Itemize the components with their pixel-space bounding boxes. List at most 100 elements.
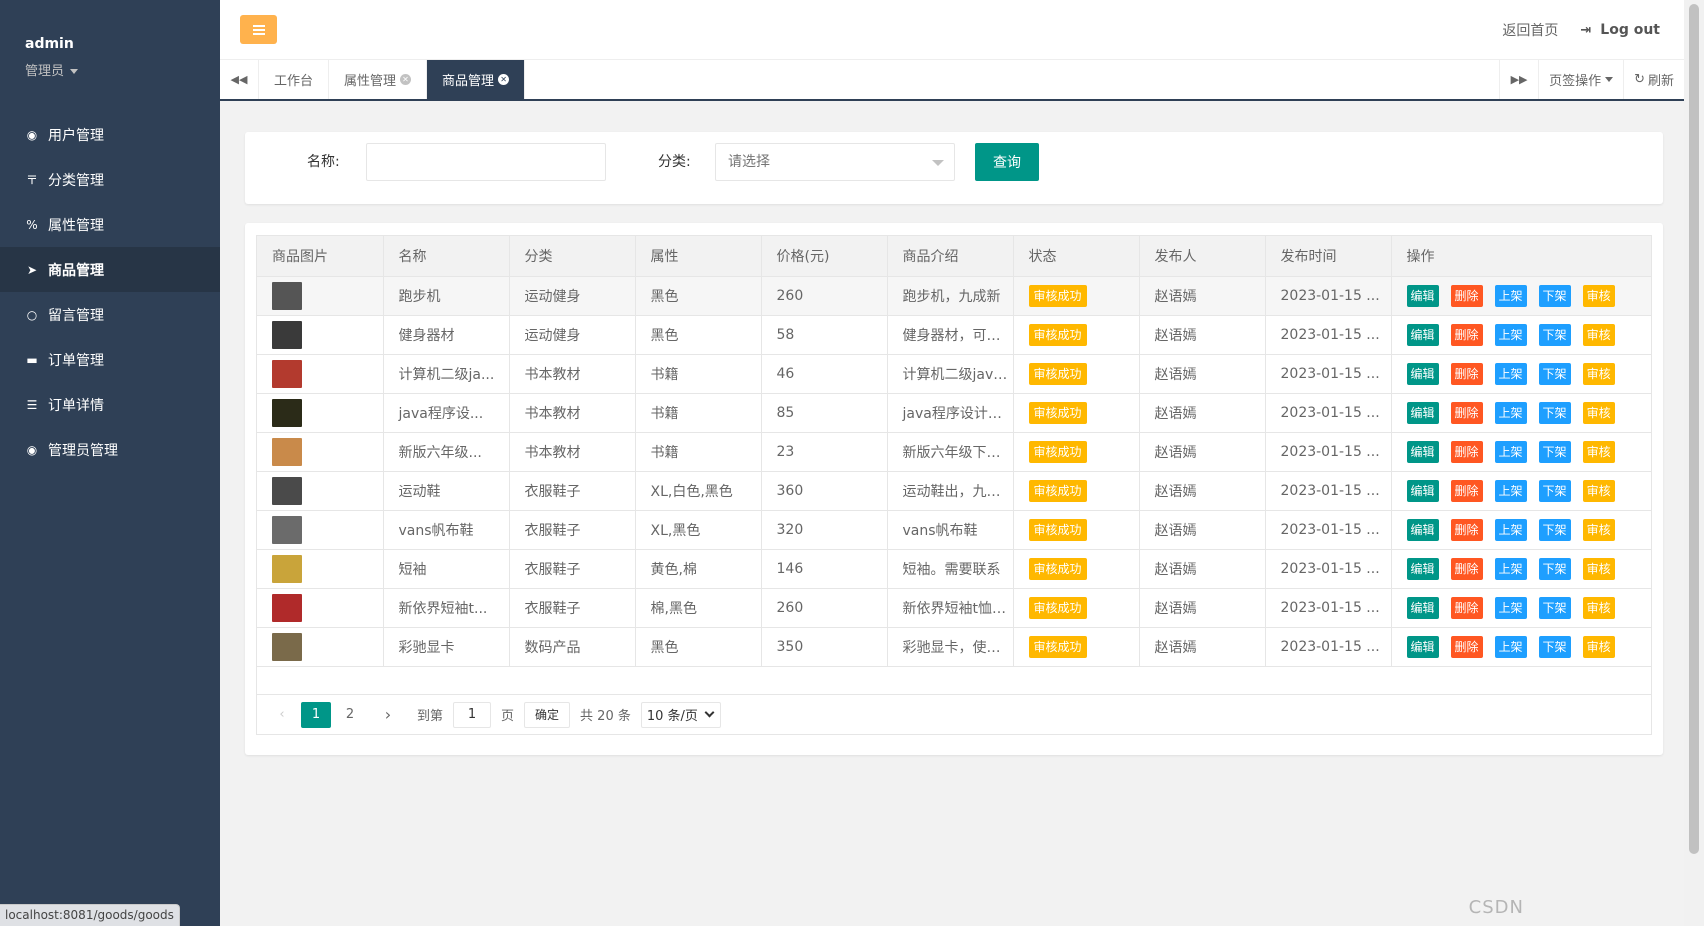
sidebar-item-6[interactable]: ☰ 订单详情 xyxy=(0,382,220,427)
list-on-button[interactable]: 上架 xyxy=(1494,479,1527,502)
audit-button[interactable]: 审核 xyxy=(1582,596,1615,619)
delete-button[interactable]: 删除 xyxy=(1450,479,1483,502)
sidebar-item-7[interactable]: ◉ 管理员管理 xyxy=(0,427,220,472)
next-page-button[interactable]: › xyxy=(375,702,401,728)
page-size-select[interactable]: 10 条/页 xyxy=(640,701,721,728)
delete-button[interactable]: 删除 xyxy=(1450,596,1483,619)
list-off-button[interactable]: 下架 xyxy=(1538,557,1571,580)
list-off-button[interactable]: 下架 xyxy=(1538,596,1571,619)
refresh-button[interactable]: ↻ 刷新 xyxy=(1623,60,1684,99)
page-button[interactable]: 1 xyxy=(301,701,331,728)
logout-link[interactable]: ⇥ Log out xyxy=(1580,22,1660,38)
delete-button[interactable]: 删除 xyxy=(1450,557,1483,580)
cell-attr: XL,白色,黑色 xyxy=(635,471,762,511)
cell-actions: 编辑 删除 上架 下架 审核 xyxy=(1391,315,1651,355)
list-on-button[interactable]: 上架 xyxy=(1494,635,1527,658)
audit-button[interactable]: 审核 xyxy=(1582,440,1615,463)
edit-button[interactable]: 编辑 xyxy=(1406,557,1439,580)
list-off-button[interactable]: 下架 xyxy=(1538,362,1571,385)
cell-status: 审核成功 xyxy=(1013,510,1140,550)
edit-button[interactable]: 编辑 xyxy=(1406,362,1439,385)
sidebar-item-5[interactable]: ▬ 订单管理 xyxy=(0,337,220,382)
scrollbar-thumb[interactable] xyxy=(1689,4,1699,854)
list-on-button[interactable]: 上架 xyxy=(1494,284,1527,307)
audit-button[interactable]: 审核 xyxy=(1582,518,1615,541)
edit-button[interactable]: 编辑 xyxy=(1406,596,1439,619)
tabs-scroll-left-button[interactable]: ◀◀ xyxy=(220,60,259,99)
home-link[interactable]: 返回首页 xyxy=(1502,20,1558,40)
user-name: admin xyxy=(25,36,74,52)
list-on-button[interactable]: 上架 xyxy=(1494,323,1527,346)
audit-button[interactable]: 审核 xyxy=(1582,635,1615,658)
cell-status: 审核成功 xyxy=(1013,549,1140,589)
delete-button[interactable]: 删除 xyxy=(1450,440,1483,463)
sidebar-item-2[interactable]: % 属性管理 xyxy=(0,202,220,247)
list-off-button[interactable]: 下架 xyxy=(1538,401,1571,424)
status-badge: 审核成功 xyxy=(1028,596,1087,619)
delete-button[interactable]: 删除 xyxy=(1450,401,1483,424)
list-off-button[interactable]: 下架 xyxy=(1538,323,1571,346)
sidebar-item-4[interactable]: ○ 留言管理 xyxy=(0,292,220,337)
edit-button[interactable]: 编辑 xyxy=(1406,635,1439,658)
list-off-button[interactable]: 下架 xyxy=(1538,635,1571,658)
query-button[interactable]: 查询 xyxy=(975,143,1039,181)
user-role-dropdown[interactable]: 管理员 xyxy=(25,60,220,79)
edit-button[interactable]: 编辑 xyxy=(1406,401,1439,424)
edit-button[interactable]: 编辑 xyxy=(1406,440,1439,463)
close-icon[interactable]: ✕ xyxy=(498,74,510,85)
audit-button[interactable]: 审核 xyxy=(1582,479,1615,502)
category-select[interactable]: 请选择 xyxy=(715,143,955,181)
edit-button[interactable]: 编辑 xyxy=(1406,323,1439,346)
page-scrollbar[interactable] xyxy=(1684,0,1704,926)
status-badge: 审核成功 xyxy=(1028,284,1087,307)
tab-operations-dropdown[interactable]: 页签操作 xyxy=(1538,60,1623,99)
goods-table-panel: 商品图片 名称 分类 属性 价格(元) 商品介绍 状态 发布人 发布时间 操作 跑步机 运动健身 黑色… xyxy=(245,223,1663,755)
audit-button[interactable]: 审核 xyxy=(1582,323,1615,346)
status-badge: 审核成功 xyxy=(1028,479,1087,502)
list-off-button[interactable]: 下架 xyxy=(1538,518,1571,541)
edit-button[interactable]: 编辑 xyxy=(1406,479,1439,502)
menu-toggle-button[interactable] xyxy=(240,15,277,44)
tab-1[interactable]: 属性管理 ✕ xyxy=(329,60,428,99)
tab-0[interactable]: 工作台 xyxy=(259,60,330,99)
sidebar-item-0[interactable]: ◉ 用户管理 xyxy=(0,112,220,157)
audit-button[interactable]: 审核 xyxy=(1582,401,1615,424)
goto-page-input[interactable]: 1 xyxy=(453,701,492,728)
list-on-button[interactable]: 上架 xyxy=(1494,440,1527,463)
list-off-button[interactable]: 下架 xyxy=(1538,479,1571,502)
list-off-button[interactable]: 下架 xyxy=(1538,440,1571,463)
prev-page-button[interactable]: ‹ xyxy=(269,702,295,728)
audit-button[interactable]: 审核 xyxy=(1582,284,1615,307)
audit-button[interactable]: 审核 xyxy=(1582,557,1615,580)
goto-confirm-button[interactable]: 确定 xyxy=(524,701,571,728)
image-cell xyxy=(257,432,384,472)
list-off-button[interactable]: 下架 xyxy=(1538,284,1571,307)
delete-button[interactable]: 删除 xyxy=(1450,323,1483,346)
cell-time: 2023-01-15 ... xyxy=(1265,471,1392,511)
list-on-button[interactable]: 上架 xyxy=(1494,557,1527,580)
list-on-button[interactable]: 上架 xyxy=(1494,362,1527,385)
list-on-button[interactable]: 上架 xyxy=(1494,596,1527,619)
cell-name: 运动鞋 xyxy=(383,471,510,511)
sidebar: admin 管理员 ◉ 用户管理〒分类管理% 属性管理 ➤ 商品管理 ○ 留言管理 ▬ 订单管理… xyxy=(0,0,220,926)
delete-button[interactable]: 删除 xyxy=(1450,635,1483,658)
list-on-button[interactable]: 上架 xyxy=(1494,401,1527,424)
category-icon: 〒 xyxy=(25,173,38,187)
delete-button[interactable]: 删除 xyxy=(1450,518,1483,541)
cell-name: 短袖 xyxy=(383,549,510,589)
audit-button[interactable]: 审核 xyxy=(1582,362,1615,385)
tab-2[interactable]: 商品管理 ✕ xyxy=(427,60,526,99)
name-input[interactable] xyxy=(366,143,606,181)
edit-button[interactable]: 编辑 xyxy=(1406,518,1439,541)
list-on-button[interactable]: 上架 xyxy=(1494,518,1527,541)
status-badge: 审核成功 xyxy=(1028,440,1087,463)
close-icon[interactable]: ✕ xyxy=(400,74,412,85)
sidebar-item-3[interactable]: ➤ 商品管理 xyxy=(0,247,220,292)
delete-button[interactable]: 删除 xyxy=(1450,284,1483,307)
page-button[interactable]: 2 xyxy=(337,702,363,728)
tabs-scroll-right-button[interactable]: ▶▶ xyxy=(1499,60,1538,99)
delete-button[interactable]: 删除 xyxy=(1450,362,1483,385)
sidebar-item-1[interactable]: 〒分类管理 xyxy=(0,157,220,202)
cell-price: 360 xyxy=(761,471,888,511)
edit-button[interactable]: 编辑 xyxy=(1406,284,1439,307)
